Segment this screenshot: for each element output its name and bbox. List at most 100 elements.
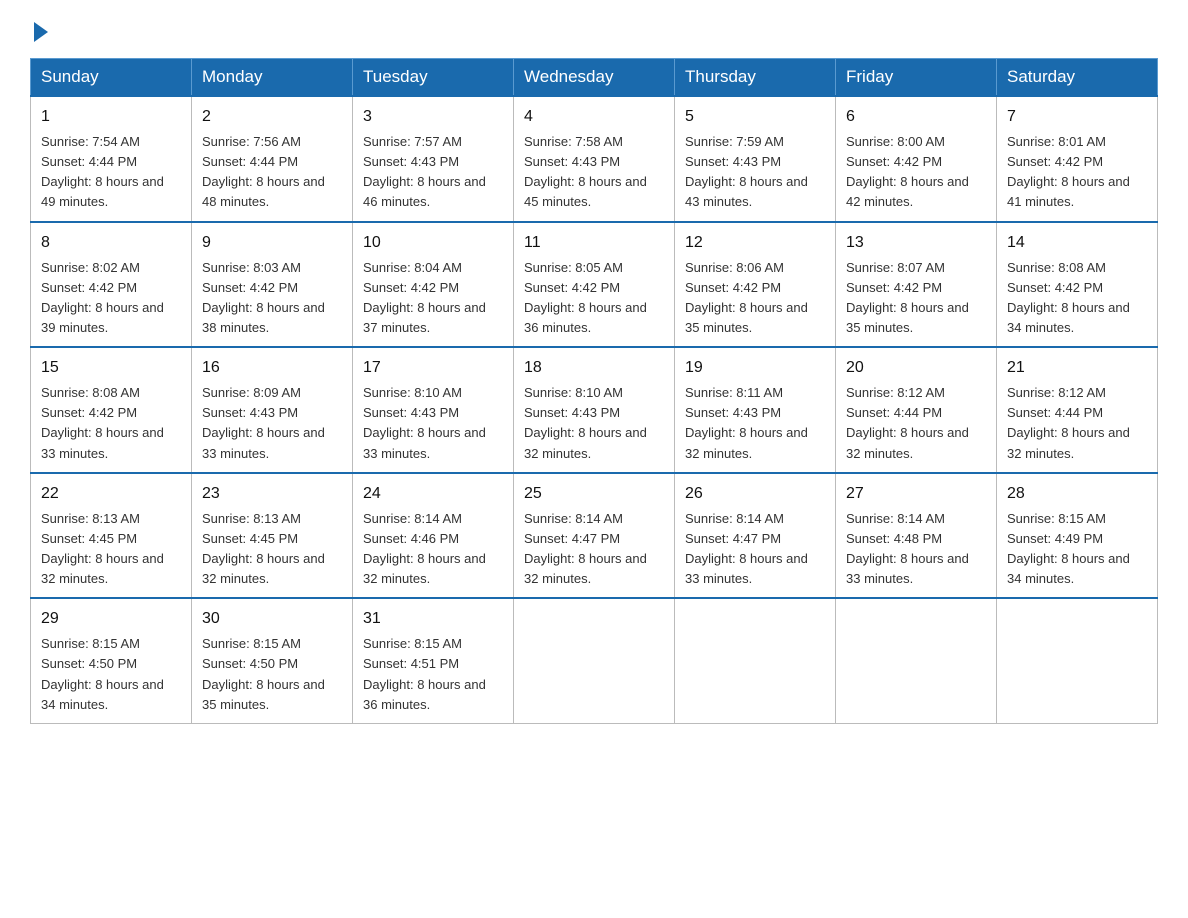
- calendar-cell: 23 Sunrise: 8:13 AMSunset: 4:45 PMDayligh…: [192, 473, 353, 599]
- day-info: Sunrise: 8:15 AMSunset: 4:51 PMDaylight:…: [363, 634, 503, 715]
- day-info: Sunrise: 8:05 AMSunset: 4:42 PMDaylight:…: [524, 258, 664, 339]
- day-info: Sunrise: 8:09 AMSunset: 4:43 PMDaylight:…: [202, 383, 342, 464]
- calendar-cell: 3 Sunrise: 7:57 AMSunset: 4:43 PMDaylight…: [353, 96, 514, 222]
- calendar-cell: 31 Sunrise: 8:15 AMSunset: 4:51 PMDayligh…: [353, 598, 514, 723]
- header-tuesday: Tuesday: [353, 59, 514, 97]
- day-number: 23: [202, 482, 342, 506]
- day-info: Sunrise: 8:13 AMSunset: 4:45 PMDaylight:…: [202, 509, 342, 590]
- logo-arrow-icon: [34, 22, 48, 42]
- week-row-1: 1Sunrise: 7:54 AMSunset: 4:44 PMDaylight…: [31, 96, 1158, 222]
- day-info: Sunrise: 7:54 AMSunset: 4:44 PMDaylight:…: [41, 132, 181, 213]
- logo: [30, 20, 48, 38]
- calendar-cell: 26 Sunrise: 8:14 AMSunset: 4:47 PMDayligh…: [675, 473, 836, 599]
- day-number: 26: [685, 482, 825, 506]
- day-number: 17: [363, 356, 503, 380]
- day-number: 15: [41, 356, 181, 380]
- day-info: Sunrise: 7:56 AMSunset: 4:44 PMDaylight:…: [202, 132, 342, 213]
- day-number: 3: [363, 105, 503, 129]
- day-info: Sunrise: 8:10 AMSunset: 4:43 PMDaylight:…: [524, 383, 664, 464]
- calendar-cell: 25 Sunrise: 8:14 AMSunset: 4:47 PMDayligh…: [514, 473, 675, 599]
- header-friday: Friday: [836, 59, 997, 97]
- calendar-cell: 4 Sunrise: 7:58 AMSunset: 4:43 PMDaylight…: [514, 96, 675, 222]
- day-info: Sunrise: 8:07 AMSunset: 4:42 PMDaylight:…: [846, 258, 986, 339]
- day-info: Sunrise: 8:08 AMSunset: 4:42 PMDaylight:…: [41, 383, 181, 464]
- day-info: Sunrise: 8:12 AMSunset: 4:44 PMDaylight:…: [846, 383, 986, 464]
- calendar-cell: 24Sunrise: 8:14 AMSunset: 4:46 PMDayligh…: [353, 473, 514, 599]
- day-number: 11: [524, 231, 664, 255]
- calendar-cell: 16 Sunrise: 8:09 AMSunset: 4:43 PMDayligh…: [192, 347, 353, 473]
- day-number: 16: [202, 356, 342, 380]
- day-number: 27: [846, 482, 986, 506]
- day-number: 18: [524, 356, 664, 380]
- calendar-cell: 27Sunrise: 8:14 AMSunset: 4:48 PMDayligh…: [836, 473, 997, 599]
- day-info: Sunrise: 8:13 AMSunset: 4:45 PMDaylight:…: [41, 509, 181, 590]
- day-info: Sunrise: 7:58 AMSunset: 4:43 PMDaylight:…: [524, 132, 664, 213]
- calendar-cell: 15 Sunrise: 8:08 AMSunset: 4:42 PMDayligh…: [31, 347, 192, 473]
- calendar-cell: 30 Sunrise: 8:15 AMSunset: 4:50 PMDayligh…: [192, 598, 353, 723]
- calendar-cell: 21 Sunrise: 8:12 AMSunset: 4:44 PMDayligh…: [997, 347, 1158, 473]
- calendar-cell: 1Sunrise: 7:54 AMSunset: 4:44 PMDaylight…: [31, 96, 192, 222]
- day-number: 12: [685, 231, 825, 255]
- week-row-2: 8 Sunrise: 8:02 AMSunset: 4:42 PMDaylight…: [31, 222, 1158, 348]
- day-number: 31: [363, 607, 503, 631]
- calendar-cell: 28 Sunrise: 8:15 AMSunset: 4:49 PMDayligh…: [997, 473, 1158, 599]
- day-number: 22: [41, 482, 181, 506]
- calendar-cell: 19 Sunrise: 8:11 AMSunset: 4:43 PMDayligh…: [675, 347, 836, 473]
- header-monday: Monday: [192, 59, 353, 97]
- day-number: 8: [41, 231, 181, 255]
- calendar-cell: 12 Sunrise: 8:06 AMSunset: 4:42 PMDayligh…: [675, 222, 836, 348]
- calendar-cell: 14Sunrise: 8:08 AMSunset: 4:42 PMDayligh…: [997, 222, 1158, 348]
- calendar-cell: 5Sunrise: 7:59 AMSunset: 4:43 PMDaylight…: [675, 96, 836, 222]
- day-number: 7: [1007, 105, 1147, 129]
- calendar-cell: 29 Sunrise: 8:15 AMSunset: 4:50 PMDayligh…: [31, 598, 192, 723]
- calendar-cell: 6 Sunrise: 8:00 AMSunset: 4:42 PMDaylight…: [836, 96, 997, 222]
- day-number: 28: [1007, 482, 1147, 506]
- calendar-table: SundayMondayTuesdayWednesdayThursdayFrid…: [30, 58, 1158, 724]
- week-row-5: 29 Sunrise: 8:15 AMSunset: 4:50 PMDayligh…: [31, 598, 1158, 723]
- day-number: 29: [41, 607, 181, 631]
- day-number: 30: [202, 607, 342, 631]
- day-info: Sunrise: 7:59 AMSunset: 4:43 PMDaylight:…: [685, 132, 825, 213]
- day-info: Sunrise: 8:02 AMSunset: 4:42 PMDaylight:…: [41, 258, 181, 339]
- day-info: Sunrise: 8:14 AMSunset: 4:46 PMDaylight:…: [363, 509, 503, 590]
- day-info: Sunrise: 8:15 AMSunset: 4:49 PMDaylight:…: [1007, 509, 1147, 590]
- day-info: Sunrise: 7:57 AMSunset: 4:43 PMDaylight:…: [363, 132, 503, 213]
- calendar-cell: 13 Sunrise: 8:07 AMSunset: 4:42 PMDayligh…: [836, 222, 997, 348]
- header-thursday: Thursday: [675, 59, 836, 97]
- day-info: Sunrise: 8:03 AMSunset: 4:42 PMDaylight:…: [202, 258, 342, 339]
- day-info: Sunrise: 8:08 AMSunset: 4:42 PMDaylight:…: [1007, 258, 1147, 339]
- header-sunday: Sunday: [31, 59, 192, 97]
- calendar-cell: [836, 598, 997, 723]
- day-info: Sunrise: 8:12 AMSunset: 4:44 PMDaylight:…: [1007, 383, 1147, 464]
- day-number: 9: [202, 231, 342, 255]
- day-info: Sunrise: 8:15 AMSunset: 4:50 PMDaylight:…: [41, 634, 181, 715]
- day-number: 10: [363, 231, 503, 255]
- day-info: Sunrise: 8:15 AMSunset: 4:50 PMDaylight:…: [202, 634, 342, 715]
- calendar-cell: 9 Sunrise: 8:03 AMSunset: 4:42 PMDaylight…: [192, 222, 353, 348]
- day-info: Sunrise: 8:14 AMSunset: 4:47 PMDaylight:…: [685, 509, 825, 590]
- page-header: [30, 20, 1158, 38]
- header-wednesday: Wednesday: [514, 59, 675, 97]
- day-number: 13: [846, 231, 986, 255]
- day-info: Sunrise: 8:10 AMSunset: 4:43 PMDaylight:…: [363, 383, 503, 464]
- day-number: 19: [685, 356, 825, 380]
- calendar-cell: 8 Sunrise: 8:02 AMSunset: 4:42 PMDaylight…: [31, 222, 192, 348]
- day-info: Sunrise: 8:04 AMSunset: 4:42 PMDaylight:…: [363, 258, 503, 339]
- calendar-cell: [997, 598, 1158, 723]
- calendar-cell: 22 Sunrise: 8:13 AMSunset: 4:45 PMDayligh…: [31, 473, 192, 599]
- day-number: 20: [846, 356, 986, 380]
- day-info: Sunrise: 8:00 AMSunset: 4:42 PMDaylight:…: [846, 132, 986, 213]
- day-number: 4: [524, 105, 664, 129]
- day-number: 21: [1007, 356, 1147, 380]
- day-info: Sunrise: 8:14 AMSunset: 4:47 PMDaylight:…: [524, 509, 664, 590]
- day-number: 6: [846, 105, 986, 129]
- week-row-3: 15 Sunrise: 8:08 AMSunset: 4:42 PMDayligh…: [31, 347, 1158, 473]
- day-number: 25: [524, 482, 664, 506]
- calendar-cell: [514, 598, 675, 723]
- week-row-4: 22 Sunrise: 8:13 AMSunset: 4:45 PMDayligh…: [31, 473, 1158, 599]
- day-info: Sunrise: 8:06 AMSunset: 4:42 PMDaylight:…: [685, 258, 825, 339]
- day-number: 2: [202, 105, 342, 129]
- day-info: Sunrise: 8:11 AMSunset: 4:43 PMDaylight:…: [685, 383, 825, 464]
- calendar-cell: 11 Sunrise: 8:05 AMSunset: 4:42 PMDayligh…: [514, 222, 675, 348]
- header-saturday: Saturday: [997, 59, 1158, 97]
